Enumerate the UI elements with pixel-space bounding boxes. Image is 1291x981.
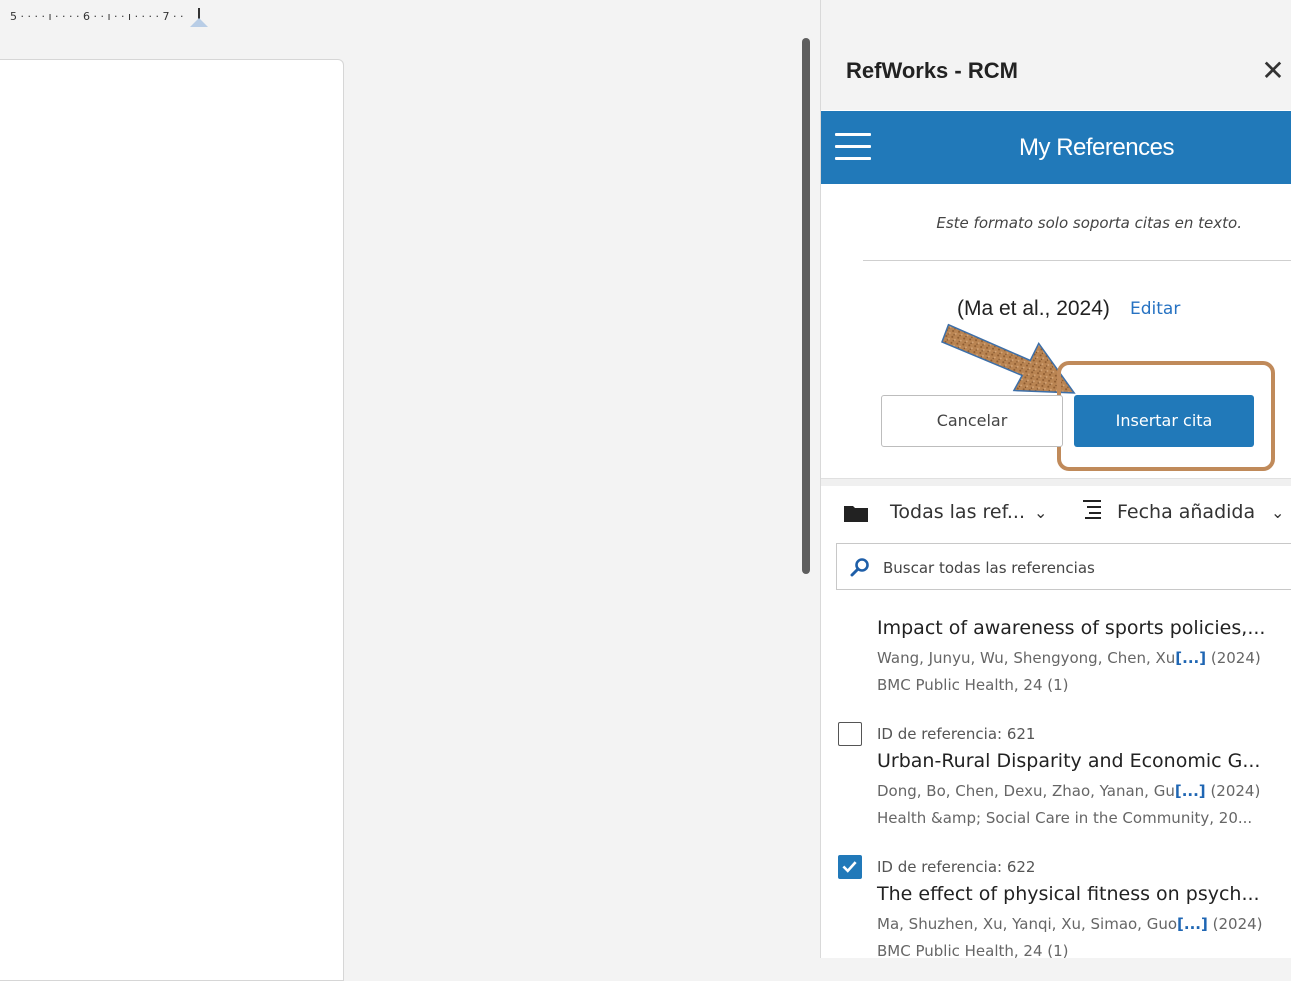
ruler-marks: 5 · · · · ı · · · · 6 · · ı · · ı · · · … xyxy=(10,10,184,23)
more-authors-link[interactable]: [...] xyxy=(1177,915,1208,933)
references-header: My References xyxy=(821,111,1291,184)
pane-header: RefWorks - RCM ✕ xyxy=(821,0,1291,110)
document-scrollbar[interactable] xyxy=(802,38,810,574)
citation-preview: (Ma et al., 2024) xyxy=(957,297,1110,320)
close-icon[interactable]: ✕ xyxy=(1258,56,1288,86)
reference-year: (2024) xyxy=(1210,782,1261,800)
cancel-button[interactable]: Cancelar xyxy=(881,395,1063,447)
reference-authors: Dong, Bo, Chen, Dexu, Zhao, Yanan, Gu[..… xyxy=(877,782,1260,800)
authors-text: Ma, Shuzhen, Xu, Yanqi, Xu, Simao, Guo xyxy=(877,915,1178,933)
search-input[interactable] xyxy=(881,554,1285,582)
reference-title[interactable]: Impact of awareness of sports policies,.… xyxy=(877,617,1265,639)
sort-dropdown[interactable]: Fecha añadida xyxy=(1117,501,1255,523)
reference-authors: Wang, Junyu, Wu, Shengyong, Chen, Xu[...… xyxy=(877,649,1261,667)
reference-journal: BMC Public Health, 24 (1) xyxy=(877,942,1069,960)
reference-title[interactable]: Urban-Rural Disparity and Economic G... xyxy=(877,750,1260,772)
document-page[interactable] xyxy=(0,59,344,981)
horizontal-ruler: 5 · · · · ı · · · · 6 · · ı · · ı · · · … xyxy=(0,0,820,30)
references-title: My References xyxy=(1019,134,1174,161)
refworks-pane: RefWorks - RCM ✕ My References Este form… xyxy=(820,0,1291,960)
reference-year: (2024) xyxy=(1212,915,1263,933)
filter-row: Todas las ref... ⌄ Fecha añadida ⌄ xyxy=(821,492,1291,532)
edit-citation-link[interactable]: Editar xyxy=(1130,299,1180,319)
pane-title: RefWorks - RCM xyxy=(846,58,1018,83)
insert-citation-button[interactable]: Insertar cita xyxy=(1074,395,1254,447)
more-authors-link[interactable]: [...] xyxy=(1175,649,1206,667)
reference-year: (2024) xyxy=(1210,649,1261,667)
reference-authors: Ma, Shuzhen, Xu, Yanqi, Xu, Simao, Guo[.… xyxy=(877,915,1263,933)
reference-id: ID de referencia: 621 xyxy=(877,725,1036,743)
search-icon xyxy=(850,558,869,577)
reference-journal: Health &amp; Social Care in the Communit… xyxy=(877,809,1253,827)
folder-filter-dropdown[interactable]: Todas las ref... xyxy=(890,501,1025,523)
reference-title[interactable]: The effect of physical fitness on psych.… xyxy=(877,883,1260,905)
search-box[interactable] xyxy=(836,543,1291,590)
authors-text: Wang, Junyu, Wu, Shengyong, Chen, Xu xyxy=(877,649,1176,667)
more-authors-link[interactable]: [...] xyxy=(1175,782,1206,800)
authors-text: Dong, Bo, Chen, Dexu, Zhao, Yanan, Gu xyxy=(877,782,1175,800)
divider xyxy=(863,260,1291,261)
reference-id: ID de referencia: 622 xyxy=(877,858,1036,876)
indent-marker[interactable] xyxy=(190,18,208,27)
folder-icon xyxy=(844,506,868,522)
chevron-down-icon[interactable]: ⌄ xyxy=(1271,503,1284,522)
sort-icon xyxy=(1083,500,1101,519)
checkmark-icon xyxy=(842,861,857,873)
reference-checkbox[interactable] xyxy=(838,855,862,879)
reference-journal: BMC Public Health, 24 (1) xyxy=(877,676,1069,694)
chevron-down-icon[interactable]: ⌄ xyxy=(1034,503,1047,522)
section-separator xyxy=(821,478,1291,486)
format-notice: Este formato solo soporta citas en texto… xyxy=(936,214,1242,232)
reference-checkbox[interactable] xyxy=(838,722,862,746)
